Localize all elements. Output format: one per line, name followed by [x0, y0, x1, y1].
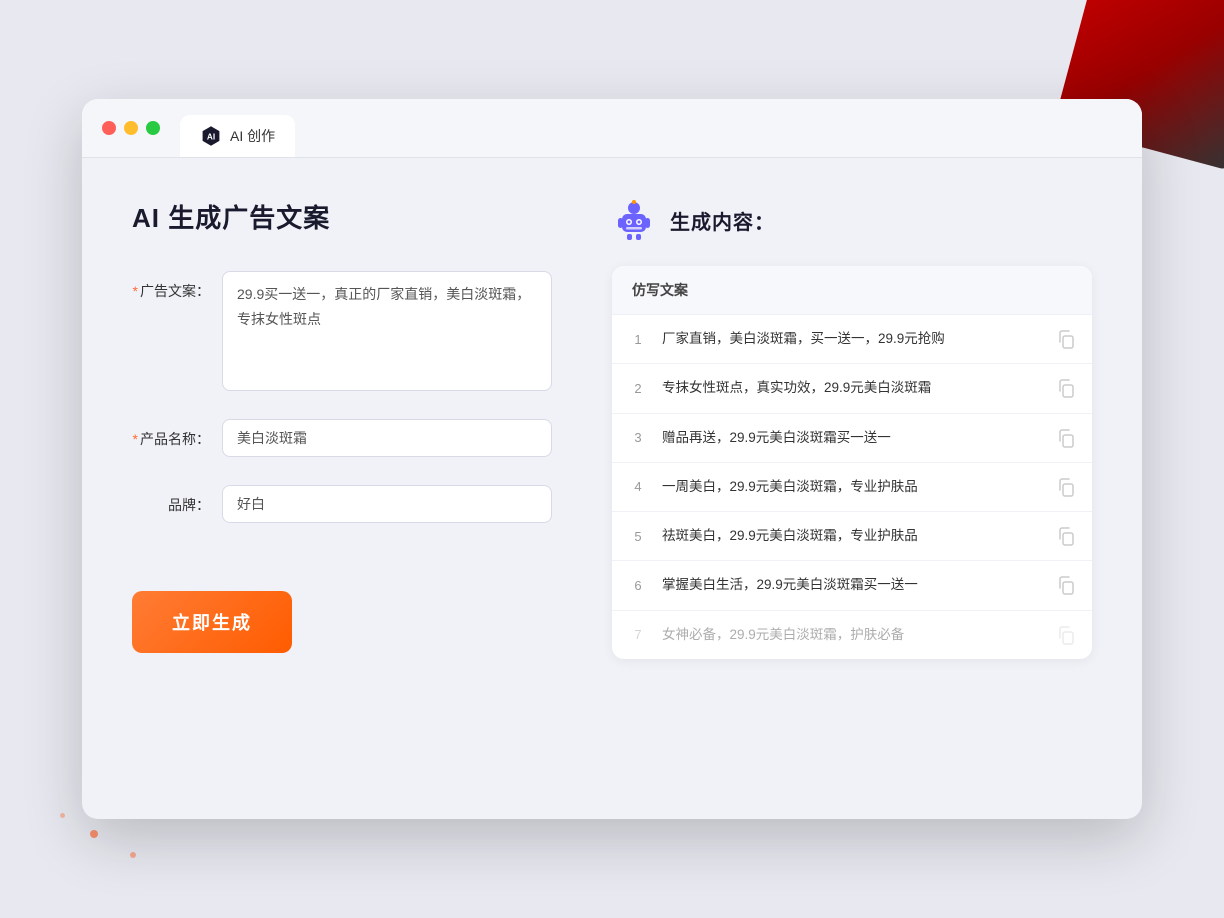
table-row: 6 掌握美白生活，29.9元美白淡斑霜买一送一 [612, 561, 1092, 610]
row-text: 赠品再送，29.9元美白淡斑霜买一送一 [662, 428, 1042, 448]
row-text: 掌握美白生活，29.9元美白淡斑霜买一送一 [662, 575, 1042, 595]
svg-text:AI: AI [207, 133, 215, 142]
minimize-button[interactable] [124, 121, 138, 135]
browser-window: AI AI 创作 AI 生成广告文案 *广告文案： 29.9买一送一，真正的厂家… [82, 99, 1142, 819]
result-header: 生成内容： [612, 198, 1092, 242]
brand-input[interactable] [222, 485, 552, 523]
row-number: 2 [628, 381, 648, 396]
robot-icon [612, 198, 656, 242]
window-controls [102, 115, 160, 157]
tab-label: AI 创作 [230, 126, 275, 146]
table-header: 仿写文案 [612, 266, 1092, 315]
copy-icon[interactable] [1056, 329, 1076, 349]
ad-copy-label: *广告文案： [132, 271, 222, 301]
brand-label: 品牌： [132, 485, 222, 515]
table-row: 7 女神必备，29.9元美白淡斑霜，护肤必备 [612, 611, 1092, 659]
maximize-button[interactable] [146, 121, 160, 135]
right-panel: 生成内容： 仿写文案 1 厂家直销，美白淡斑霜，买一送一，29.9元抢购 2 专… [612, 198, 1092, 758]
main-content: AI 生成广告文案 *广告文案： 29.9买一送一，真正的厂家直销，美白淡斑霜，… [82, 158, 1142, 798]
ad-copy-required: * [133, 283, 138, 299]
product-name-required: * [133, 431, 138, 447]
copy-icon[interactable] [1056, 428, 1076, 448]
product-name-group: *产品名称： [132, 419, 552, 457]
table-row: 1 厂家直销，美白淡斑霜，买一送一，29.9元抢购 [612, 315, 1092, 364]
row-number: 1 [628, 332, 648, 347]
table-row: 4 一周美白，29.9元美白淡斑霜，专业护肤品 [612, 463, 1092, 512]
table-row: 3 赠品再送，29.9元美白淡斑霜买一送一 [612, 414, 1092, 463]
copy-icon[interactable] [1056, 625, 1076, 645]
row-text: 厂家直销，美白淡斑霜，买一送一，29.9元抢购 [662, 329, 1042, 349]
product-name-label: *产品名称： [132, 419, 222, 449]
row-number: 3 [628, 430, 648, 445]
copy-icon[interactable] [1056, 378, 1076, 398]
table-row: 5 祛斑美白，29.9元美白淡斑霜，专业护肤品 [612, 512, 1092, 561]
table-row: 2 专抹女性斑点，真实功效，29.9元美白淡斑霜 [612, 364, 1092, 413]
left-panel: AI 生成广告文案 *广告文案： 29.9买一送一，真正的厂家直销，美白淡斑霜，… [132, 198, 552, 758]
close-button[interactable] [102, 121, 116, 135]
results-table: 仿写文案 1 厂家直销，美白淡斑霜，买一送一，29.9元抢购 2 专抹女性斑点，… [612, 266, 1092, 659]
page-title: AI 生成广告文案 [132, 198, 552, 235]
row-text: 一周美白，29.9元美白淡斑霜，专业护肤品 [662, 477, 1042, 497]
ai-tab-icon: AI [200, 125, 222, 147]
row-text: 专抹女性斑点，真实功效，29.9元美白淡斑霜 [662, 378, 1042, 398]
brand-group: 品牌： [132, 485, 552, 523]
row-number: 7 [628, 627, 648, 642]
result-title: 生成内容： [670, 206, 775, 235]
product-name-input[interactable] [222, 419, 552, 457]
tab-ai-creation[interactable]: AI AI 创作 [180, 115, 295, 157]
row-number: 6 [628, 578, 648, 593]
generate-button[interactable]: 立即生成 [132, 591, 292, 653]
row-number: 5 [628, 529, 648, 544]
results-container: 1 厂家直销，美白淡斑霜，买一送一，29.9元抢购 2 专抹女性斑点，真实功效，… [612, 315, 1092, 659]
copy-icon[interactable] [1056, 526, 1076, 546]
title-bar: AI AI 创作 [82, 99, 1142, 158]
row-number: 4 [628, 479, 648, 494]
copy-icon[interactable] [1056, 575, 1076, 595]
ad-copy-input[interactable]: 29.9买一送一，真正的厂家直销，美白淡斑霜，专抹女性斑点 [222, 271, 552, 391]
copy-icon[interactable] [1056, 477, 1076, 497]
row-text: 女神必备，29.9元美白淡斑霜，护肤必备 [662, 625, 1042, 645]
row-text: 祛斑美白，29.9元美白淡斑霜，专业护肤品 [662, 526, 1042, 546]
ad-copy-group: *广告文案： 29.9买一送一，真正的厂家直销，美白淡斑霜，专抹女性斑点 [132, 271, 552, 391]
